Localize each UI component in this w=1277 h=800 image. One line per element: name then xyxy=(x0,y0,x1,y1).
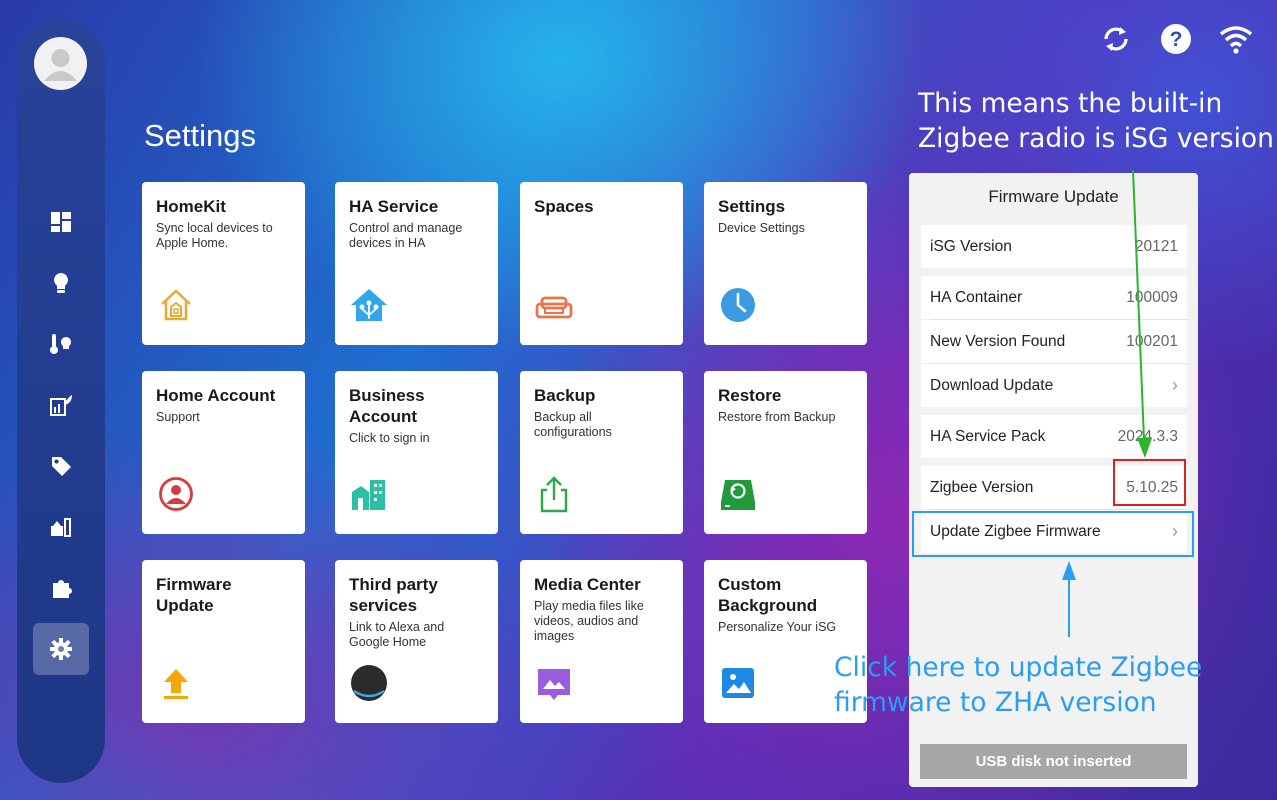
annotation-top-line1: This means the built-in xyxy=(918,88,1223,119)
blue-arrowhead xyxy=(1062,561,1076,580)
annotation-top: This means the built-in Zigbee radio is … xyxy=(918,86,1274,156)
green-arrowhead xyxy=(1137,438,1152,458)
annotation-bottom-line2: firmware to ZHA version xyxy=(834,687,1157,718)
annotation-top-line2: Zigbee radio is iSG version xyxy=(918,123,1274,154)
green-arrow-line xyxy=(1132,169,1145,441)
annotation-bottom: Click here to update Zigbee firmware to … xyxy=(834,650,1202,720)
annotation-bottom-line1: Click here to update Zigbee xyxy=(834,652,1203,683)
